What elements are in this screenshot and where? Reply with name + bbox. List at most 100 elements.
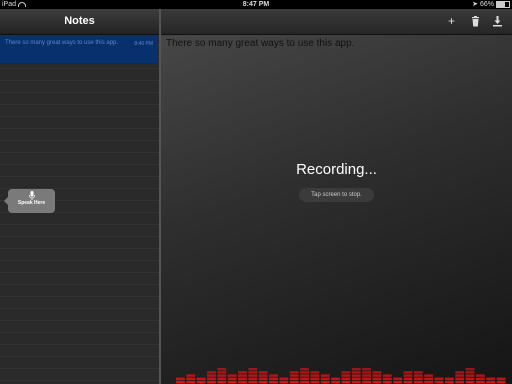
meter-segment [196, 380, 206, 384]
meter-segment [372, 374, 382, 377]
note-editor[interactable]: + There so many great ways to use this a… [161, 9, 512, 384]
note-list-item[interactable]: There so many great ways to use this app… [0, 35, 157, 64]
meter-segment [351, 368, 361, 371]
microphone-icon [28, 191, 35, 200]
meter-segment [186, 377, 196, 380]
meter-segment [238, 371, 247, 374]
meter-segment [176, 380, 185, 384]
meter-segment [413, 374, 423, 377]
battery-icon [496, 0, 510, 8]
download-icon[interactable] [492, 16, 503, 27]
meter-segment [248, 374, 258, 377]
recording-label: Recording... [296, 161, 377, 178]
meter-segment [258, 371, 268, 374]
meter-segment [196, 377, 206, 380]
meter-segment [279, 380, 289, 384]
meter-segment [486, 380, 496, 384]
meter-segment [289, 380, 299, 384]
meter-segment [300, 380, 309, 384]
notes-sidebar: Notes There so many great ways to use th… [0, 9, 159, 384]
meter-segment [341, 377, 351, 380]
meter-segment [424, 380, 434, 384]
meter-segment [289, 371, 299, 374]
meter-segment [362, 380, 372, 384]
meter-segment [403, 377, 413, 380]
meter-segment [362, 374, 372, 377]
meter-segment [310, 374, 320, 377]
meter-segment [455, 377, 465, 380]
meter-segment [258, 377, 268, 380]
note-time: 8:46 PM [134, 41, 153, 47]
meter-segment [217, 374, 227, 377]
meter-segment [434, 377, 444, 380]
sidebar-title: Notes [0, 9, 159, 35]
trash-icon[interactable] [470, 16, 481, 27]
meter-segment [382, 374, 392, 377]
meter-segment [393, 377, 403, 380]
meter-segment [207, 377, 216, 380]
meter-segment [351, 371, 361, 374]
meter-segment [413, 380, 423, 384]
meter-segment [413, 377, 423, 380]
meter-segment [207, 374, 216, 377]
meter-segment [207, 380, 216, 384]
meter-segment [227, 374, 237, 377]
meter-segment [238, 377, 247, 380]
meter-segment [269, 380, 278, 384]
meter-segment [465, 377, 475, 380]
meter-segment [475, 380, 485, 384]
meter-segment [186, 374, 196, 377]
meter-segment [403, 371, 413, 374]
meter-segment [279, 377, 289, 380]
meter-segment [320, 374, 330, 377]
tap-to-stop-hint[interactable]: Tap screen to stop. [299, 188, 374, 202]
meter-segment [227, 380, 237, 384]
meter-segment [248, 377, 258, 380]
meter-segment [455, 371, 465, 374]
meter-segment [310, 377, 320, 380]
battery-indicator: ➤ 66% [472, 0, 510, 9]
meter-segment [248, 368, 258, 371]
meter-segment [258, 380, 268, 384]
speak-here-button[interactable]: Speak Here [4, 189, 55, 213]
plus-icon[interactable]: + [446, 15, 457, 27]
meter-segment [362, 371, 372, 374]
meter-segment [465, 380, 475, 384]
meter-segment [496, 377, 506, 380]
editor-toolbar: + [161, 9, 512, 35]
meter-segment [444, 377, 454, 380]
note-body-text[interactable]: There so many great ways to use this app… [166, 38, 354, 49]
meter-segment [424, 374, 434, 377]
meter-segment [413, 371, 423, 374]
meter-segment [310, 380, 320, 384]
meter-segment [238, 380, 247, 384]
meter-segment [341, 374, 351, 377]
meter-segment [248, 371, 258, 374]
meter-segment [289, 377, 299, 380]
meter-segment [496, 380, 506, 384]
meter-segment [227, 377, 237, 380]
meter-segment [300, 371, 309, 374]
meter-segment [455, 380, 465, 384]
meter-segment [403, 374, 413, 377]
meter-segment [258, 374, 268, 377]
meter-segment [465, 374, 475, 377]
meter-segment [289, 374, 299, 377]
meter-segment [372, 371, 382, 374]
meter-segment [269, 374, 278, 377]
meter-segment [217, 377, 227, 380]
meter-segment [269, 377, 278, 380]
meter-segment [455, 374, 465, 377]
meter-segment [238, 374, 247, 377]
meter-segment [320, 377, 330, 380]
audio-level-meter [176, 368, 506, 384]
meter-segment [300, 368, 309, 371]
meter-segment [351, 377, 361, 380]
meter-segment [217, 368, 227, 371]
meter-segment [207, 371, 216, 374]
meter-segment [424, 377, 434, 380]
meter-segment [320, 380, 330, 384]
meter-segment [372, 377, 382, 380]
meter-segment [434, 380, 444, 384]
meter-segment [341, 380, 351, 384]
